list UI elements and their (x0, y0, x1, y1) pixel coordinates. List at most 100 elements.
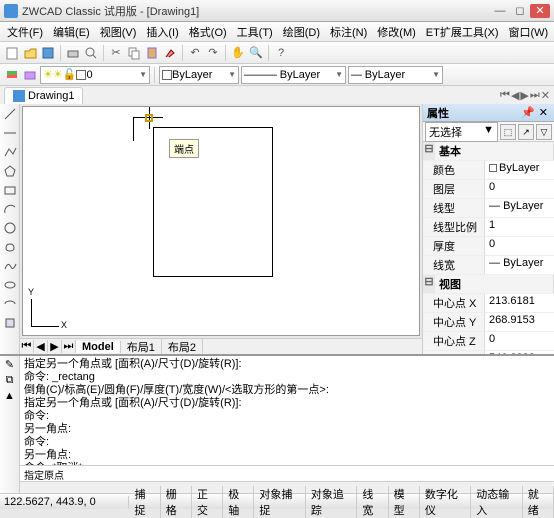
erase-tool[interactable]: ✎ (5, 358, 14, 371)
tab-nav-last[interactable]: ⏭ (530, 89, 540, 102)
tab-nav-next[interactable]: ▶ (520, 89, 528, 102)
mt-first[interactable]: ⏮ (20, 340, 34, 353)
status-snap[interactable]: 捕捉 (129, 486, 160, 518)
menu-modify[interactable]: 修改(M) (372, 22, 421, 42)
mt-last[interactable]: ⏭ (62, 340, 76, 353)
match-icon[interactable] (162, 45, 178, 61)
tab-layout1[interactable]: 布局1 (121, 339, 162, 355)
mirror-tool[interactable]: ▲ (4, 390, 15, 402)
tab-nav-close[interactable]: ✕ (541, 89, 550, 102)
prop-group-view[interactable]: ⊟视图 (423, 275, 554, 294)
statusbar: 122.5627, 443.9, 0 捕捉 栅格 正交 极轴 对象捕捉 对象追踪… (0, 493, 554, 509)
open-icon[interactable] (22, 45, 38, 61)
status-dyn[interactable]: 动态输入 (471, 486, 522, 518)
doc-tab-drawing1[interactable]: Drawing1 (4, 87, 83, 104)
color-combo[interactable]: ByLayer ▼ (159, 66, 239, 84)
tab-layout2[interactable]: 布局2 (162, 339, 203, 355)
prop-grid: ⊟基本 颜色ByLayer 图层0 线型— ByLayer 线型比例1 厚度0 … (423, 142, 554, 354)
status-coords[interactable]: 122.5627, 443.9, 0 (0, 496, 129, 508)
status-model[interactable]: 模型 (389, 486, 420, 518)
redo-icon[interactable]: ↷ (205, 45, 221, 61)
preview-icon[interactable] (83, 45, 99, 61)
zoom-icon[interactable]: 🔍 (248, 45, 264, 61)
prop-close-icon[interactable]: ✕ (537, 106, 550, 119)
command-input[interactable]: 指定原点 (20, 465, 554, 481)
drawing-canvas[interactable]: 端点 Y X (22, 106, 420, 336)
prop-quick-icon[interactable]: ⬚ (500, 124, 516, 140)
prop-ltscale[interactable]: 1 (485, 218, 554, 236)
prop-cx[interactable]: 213.6181 (485, 294, 554, 312)
menu-draw[interactable]: 绘图(D) (278, 22, 325, 42)
linetype-combo[interactable]: ——— ByLayer ▼ (241, 66, 346, 84)
xline-tool[interactable] (2, 125, 18, 141)
prop-thickness[interactable]: 0 (485, 237, 554, 255)
menu-view[interactable]: 视图(V) (95, 22, 142, 42)
ellipse-tool[interactable] (2, 277, 18, 293)
mt-next[interactable]: ▶ (48, 340, 62, 353)
menu-dim[interactable]: 标注(N) (325, 22, 372, 42)
mt-prev[interactable]: ◀ (34, 340, 48, 353)
menu-file[interactable]: 文件(F) (2, 22, 48, 42)
revcloud-tool[interactable] (2, 239, 18, 255)
draw-toolbox (0, 104, 20, 354)
prop-pick-icon[interactable]: ↗ (518, 124, 534, 140)
circle-tool[interactable] (2, 220, 18, 236)
status-polar[interactable]: 极轴 (223, 486, 254, 518)
prop-color[interactable]: ByLayer (485, 161, 554, 179)
status-ready: 就绪 (523, 486, 554, 518)
tab-nav-first[interactable]: ⏮ (500, 89, 510, 102)
polygon-tool[interactable] (2, 163, 18, 179)
lineweight-combo[interactable]: — ByLayer ▼ (348, 66, 443, 84)
new-icon[interactable] (4, 45, 20, 61)
command-history[interactable]: 指定另一个角点或 [面积(A)/尺寸(D)/旋转(R)]: 命令: _recta… (20, 356, 554, 465)
maximize-button[interactable]: ◻ (510, 4, 530, 18)
prop-linetype[interactable]: — ByLayer (485, 199, 554, 217)
status-ortho[interactable]: 正交 (192, 486, 223, 518)
prop-object-select[interactable]: 无选择▼ (425, 122, 498, 142)
menu-format[interactable]: 格式(O) (184, 22, 232, 42)
command-area: ✎ ⧉ ▲ 指定另一个角点或 [面积(A)/尺寸(D)/旋转(R)]: 命令: … (0, 354, 554, 493)
ucs-x-axis (31, 326, 59, 327)
menu-tools[interactable]: 工具(T) (232, 22, 278, 42)
arc-tool[interactable] (2, 201, 18, 217)
status-otrack[interactable]: 对象追踪 (306, 486, 357, 518)
pline-tool[interactable] (2, 144, 18, 160)
ucs-x-label: X (61, 320, 67, 330)
cut-icon[interactable]: ✂ (108, 45, 124, 61)
prop-pin-icon[interactable]: 📌 (519, 106, 537, 119)
ellipsearc-tool[interactable] (2, 296, 18, 312)
pan-icon[interactable]: ✋ (230, 45, 246, 61)
status-tablet[interactable]: 数字化仪 (420, 486, 471, 518)
undo-icon[interactable]: ↶ (187, 45, 203, 61)
copy-icon[interactable] (126, 45, 142, 61)
prop-group-basic[interactable]: ⊟基本 (423, 142, 554, 161)
save-icon[interactable] (40, 45, 56, 61)
layer-prop-icon[interactable] (4, 67, 20, 83)
menu-insert[interactable]: 插入(I) (141, 22, 183, 42)
status-grid[interactable]: 栅格 (161, 486, 192, 518)
close-button[interactable]: ✕ (530, 4, 550, 18)
menu-window[interactable]: 窗口(W) (504, 22, 554, 42)
print-icon[interactable] (65, 45, 81, 61)
spline-tool[interactable] (2, 258, 18, 274)
prop-filter-icon[interactable]: ▽ (536, 124, 552, 140)
menu-et[interactable]: ET扩展工具(X) (421, 22, 504, 42)
minimize-button[interactable]: — (490, 4, 510, 18)
prop-layer[interactable]: 0 (485, 180, 554, 198)
prop-cz[interactable]: 0 (485, 332, 554, 350)
help-icon[interactable]: ? (273, 45, 289, 61)
line-tool[interactable] (2, 106, 18, 122)
status-lwt[interactable]: 线宽 (357, 486, 388, 518)
tab-model[interactable]: Model (76, 341, 121, 353)
layer-state-icon[interactable] (22, 67, 38, 83)
block-tool[interactable] (2, 315, 18, 331)
layer-combo[interactable]: ☀☀🔓 0 ▼ (40, 66, 150, 84)
tab-nav-prev[interactable]: ◀ (511, 89, 519, 102)
status-osnap[interactable]: 对象捕捉 (254, 486, 305, 518)
prop-cy[interactable]: 268.9153 (485, 313, 554, 331)
prop-lweight[interactable]: — ByLayer (485, 256, 554, 274)
menu-edit[interactable]: 编辑(E) (48, 22, 95, 42)
copy-tool[interactable]: ⧉ (6, 374, 14, 387)
paste-icon[interactable] (144, 45, 160, 61)
rect-tool[interactable] (2, 182, 18, 198)
